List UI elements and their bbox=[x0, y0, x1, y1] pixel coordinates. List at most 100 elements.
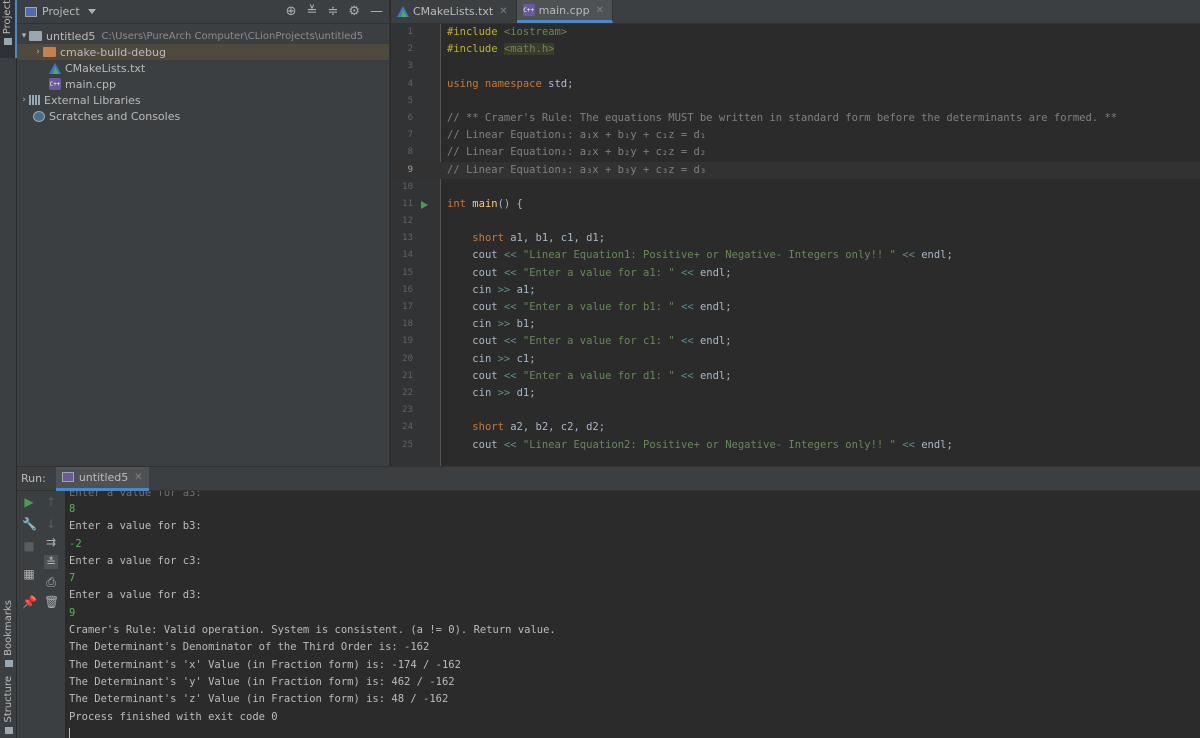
tree-item-cmakelists[interactable]: CMakeLists.txt bbox=[17, 60, 389, 76]
tree-item-external-libraries[interactable]: › External Libraries bbox=[17, 92, 389, 108]
project-panel-toolbar: ⊕ ≚ ≑ ⚙ — bbox=[286, 4, 383, 20]
print-icon[interactable]: ⎙ bbox=[44, 575, 58, 589]
run-panel-header: Run: untitled5 ✕ bbox=[17, 466, 1200, 491]
line-number[interactable]: 6 bbox=[391, 110, 413, 127]
layout-icon[interactable]: ▦ bbox=[22, 567, 36, 581]
tool-window-bookmarks-tab[interactable]: Bookmarks bbox=[0, 600, 17, 667]
trash-icon[interactable]: 🗑 bbox=[44, 595, 59, 609]
wrench-icon[interactable]: 🔧 bbox=[22, 517, 37, 531]
console-line: Enter a value for a3: bbox=[69, 491, 202, 499]
code-line: 6// ** Cramer's Rule: The equations MUST… bbox=[391, 110, 1200, 127]
project-path: C:\Users\PureArch Computer\CLionProjects… bbox=[101, 30, 364, 42]
line-number[interactable]: 1 bbox=[391, 24, 413, 41]
close-icon[interactable]: ✕ bbox=[134, 472, 142, 483]
close-icon[interactable]: ✕ bbox=[596, 5, 604, 16]
line-number[interactable]: 15 bbox=[391, 265, 413, 282]
code-line: 20 cin >> c1; bbox=[391, 351, 1200, 368]
tree-item-scratches[interactable]: Scratches and Consoles bbox=[17, 108, 389, 124]
chevron-down-icon[interactable]: ▾ bbox=[19, 31, 29, 41]
locate-file-icon[interactable]: ⊕ bbox=[286, 4, 297, 20]
run-gutter-icon[interactable] bbox=[421, 200, 428, 209]
line-number[interactable]: 17 bbox=[391, 299, 413, 316]
console-line: Enter a value for c3: bbox=[69, 554, 202, 567]
code-line: 12 bbox=[391, 213, 1200, 230]
line-number[interactable]: 5 bbox=[391, 93, 413, 110]
code-line: 22 cin >> d1; bbox=[391, 385, 1200, 402]
folder-icon bbox=[29, 31, 42, 41]
line-number[interactable]: 21 bbox=[391, 368, 413, 385]
chevron-right-icon[interactable]: › bbox=[33, 47, 43, 57]
chevron-right-icon[interactable]: › bbox=[19, 95, 29, 105]
line-number[interactable]: 12 bbox=[391, 213, 413, 230]
line-number[interactable]: 11 bbox=[391, 196, 413, 213]
line-number[interactable]: 13 bbox=[391, 230, 413, 247]
editor-tab-bar: CMakeLists.txt ✕ C++ main.cpp ✕ bbox=[391, 0, 1200, 24]
code-editor: CMakeLists.txt ✕ C++ main.cpp ✕ 1 #includ… bbox=[391, 0, 1200, 466]
expand-all-icon[interactable]: ≚ bbox=[307, 4, 318, 20]
code-line: 18 cin >> b1; bbox=[391, 316, 1200, 333]
line-number[interactable]: 16 bbox=[391, 282, 413, 299]
tool-window-project-tab[interactable]: Project bbox=[0, 0, 17, 58]
arrow-down-icon[interactable]: ↓ bbox=[44, 517, 58, 531]
project-panel-title[interactable]: Project bbox=[42, 5, 80, 18]
tab-label: main.cpp bbox=[538, 3, 590, 17]
line-number[interactable]: 10 bbox=[391, 179, 413, 196]
line-number[interactable]: 2 bbox=[391, 41, 413, 58]
hide-panel-icon[interactable]: — bbox=[370, 4, 383, 20]
line-number[interactable]: 19 bbox=[391, 333, 413, 350]
line-number[interactable]: 24 bbox=[391, 419, 413, 436]
line-number[interactable]: 4 bbox=[391, 76, 413, 93]
project-panel: Project ⊕ ≚ ≑ ⚙ — ▾ untitled5 C:\Users\P… bbox=[17, 0, 390, 466]
tool-window-structure-tab[interactable]: Structure bbox=[0, 676, 17, 734]
line-number[interactable]: 14 bbox=[391, 247, 413, 264]
collapse-all-icon[interactable]: ≑ bbox=[327, 4, 338, 20]
tree-item-cmake-build-debug[interactable]: › cmake-build-debug bbox=[17, 44, 389, 60]
code-line: 3 bbox=[391, 58, 1200, 75]
line-number[interactable]: 3 bbox=[391, 58, 413, 75]
run-toolbar: ▶ ↑ 🔧 ↓ ■ ⇉ ≛ ▦ ⎙ 🗑 📌 bbox=[17, 491, 65, 738]
run-label: Run: bbox=[21, 472, 46, 485]
tree-item-main-cpp[interactable]: C++ main.cpp bbox=[17, 76, 389, 92]
scroll-to-end-icon[interactable]: ≛ bbox=[44, 555, 58, 569]
code-line: 10 bbox=[391, 179, 1200, 196]
console-output[interactable]: Enter a value for a3: 8 Enter a value for… bbox=[69, 491, 1200, 738]
arrow-up-icon[interactable]: ↑ bbox=[44, 495, 58, 509]
text-cursor bbox=[69, 727, 70, 738]
chevron-down-icon[interactable] bbox=[87, 9, 96, 14]
line-number[interactable]: 22 bbox=[391, 385, 413, 402]
run-tab-label: untitled5 bbox=[78, 470, 129, 484]
tab-main-cpp[interactable]: C++ main.cpp ✕ bbox=[516, 0, 614, 23]
soft-wrap-icon[interactable]: ⇉ bbox=[44, 535, 58, 549]
project-view-icon bbox=[25, 6, 37, 17]
bookmark-icon bbox=[4, 659, 13, 667]
close-icon[interactable]: ✕ bbox=[499, 6, 507, 17]
project-tab-label: Project bbox=[2, 0, 13, 35]
code-line: 7// Linear Equation₁: a₁x + b₁y + c₁z = … bbox=[391, 127, 1200, 144]
line-number[interactable]: 7 bbox=[391, 127, 413, 144]
line-number[interactable]: 23 bbox=[391, 402, 413, 419]
line-number[interactable]: 20 bbox=[391, 351, 413, 368]
line-number[interactable]: 25 bbox=[391, 437, 413, 454]
code-line: 21 cout << "Enter a value for d1: " << e… bbox=[391, 368, 1200, 385]
console-input-line: 9 bbox=[69, 606, 76, 619]
tree-item-label: CMakeLists.txt bbox=[65, 61, 146, 75]
console-line: Process finished with exit code 0 bbox=[69, 710, 278, 723]
rerun-icon[interactable]: ▶ bbox=[22, 495, 36, 509]
code-line-current: 9// Linear Equation₃: a₃x + b₃y + c₃z = … bbox=[391, 161, 1200, 179]
code-line: 17 cout << "Enter a value for b1: " << e… bbox=[391, 299, 1200, 316]
pin-icon[interactable]: 📌 bbox=[22, 595, 37, 609]
line-number[interactable]: 8 bbox=[391, 144, 413, 161]
scratches-icon bbox=[33, 110, 45, 122]
line-number[interactable]: 18 bbox=[391, 316, 413, 333]
tab-cmakelists[interactable]: CMakeLists.txt ✕ bbox=[391, 0, 517, 23]
cmake-icon bbox=[397, 6, 409, 17]
code-line: 15 cout << "Enter a value for a1: " << e… bbox=[391, 265, 1200, 282]
cmake-icon bbox=[49, 62, 61, 74]
run-tab-untitled5[interactable]: untitled5 ✕ bbox=[55, 466, 149, 491]
tree-item-untitled5[interactable]: ▾ untitled5 C:\Users\PureArch Computer\C… bbox=[17, 28, 389, 44]
stop-icon[interactable]: ■ bbox=[22, 539, 36, 553]
line-number[interactable]: 9 bbox=[391, 162, 413, 179]
code-area[interactable]: 1 #include <iostream> 2 #include <math.h> … bbox=[391, 24, 1200, 466]
bookmarks-tab-label: Bookmarks bbox=[3, 600, 14, 656]
gear-icon[interactable]: ⚙ bbox=[348, 4, 360, 20]
